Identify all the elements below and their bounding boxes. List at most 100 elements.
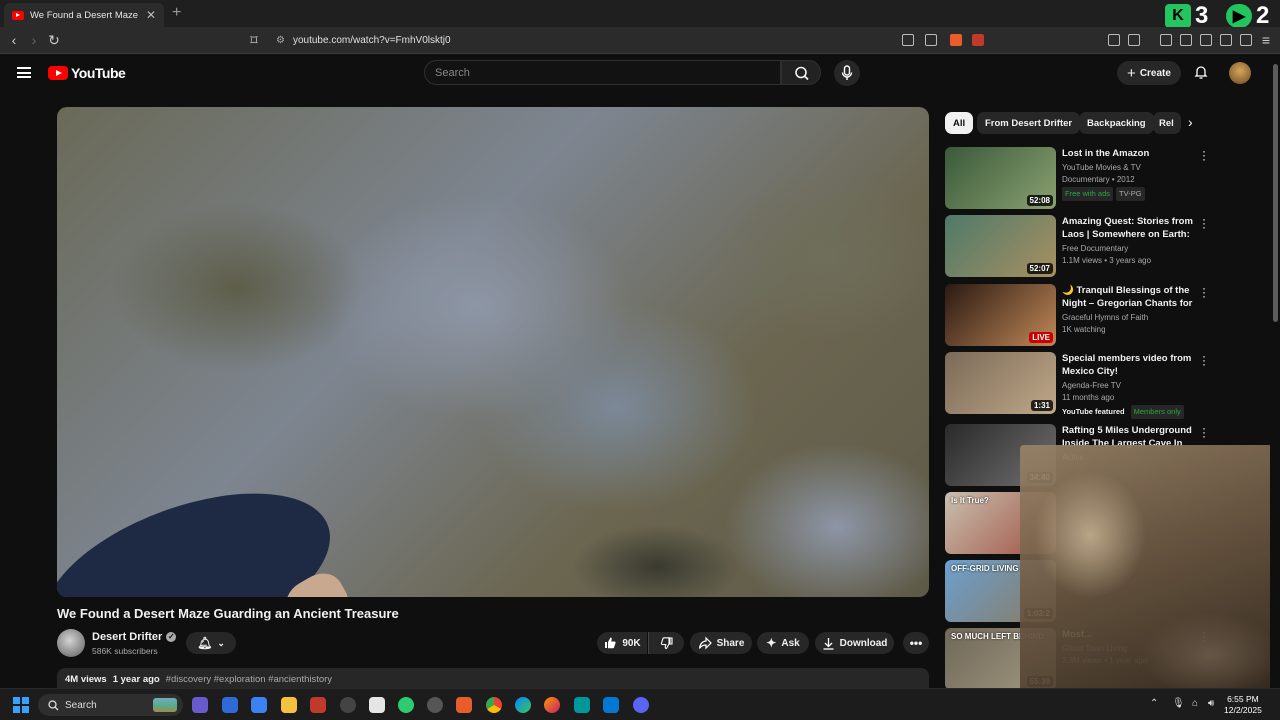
forward-icon[interactable]: ›	[26, 32, 42, 48]
site-info-icon[interactable]: ⚙	[276, 35, 285, 46]
recommendation-card[interactable]: 1:31 Special members video from Mexico Ci…	[945, 350, 1265, 419]
scrollbar-thumb[interactable]	[1273, 64, 1278, 322]
browser-tab[interactable]: We Found a Desert Maze Gu ✕	[4, 3, 164, 27]
bookmark-icon[interactable]: ⌑	[246, 32, 262, 48]
chrome-icon[interactable]	[486, 697, 502, 713]
recommendation-meta: 11 months ago	[1062, 393, 1115, 402]
recommendation-card[interactable]: LIVE 🌙 Tranquil Blessings of the Night – …	[945, 282, 1265, 346]
subscription-bell-button[interactable]: 🔔︎ ⌄	[186, 632, 236, 654]
recommendation-card[interactable]: 52:08 Lost in the Amazon YouTube Movies & …	[945, 145, 1265, 209]
download-button[interactable]: Download	[815, 632, 894, 654]
k-extension-icon: K	[1165, 4, 1191, 28]
app-icon-3[interactable]	[310, 697, 326, 713]
brave-browser-icon[interactable]	[456, 697, 472, 713]
reader-icon[interactable]	[1128, 34, 1140, 46]
more-vertical-icon[interactable]: ···	[1202, 422, 1206, 442]
account-avatar[interactable]	[1229, 62, 1251, 84]
recommendation-card[interactable]: 52:07 Amazing Quest: Stories from Laos | …	[945, 213, 1265, 277]
new-tab-button[interactable]: +	[172, 4, 181, 22]
recommendation-title[interactable]: Special members video from Mexico City!	[1062, 352, 1194, 378]
network-icon[interactable]: ⌂	[1192, 698, 1198, 709]
vscode-icon[interactable]	[603, 697, 619, 713]
youtube-logo[interactable]: YouTube	[48, 65, 126, 81]
wallet-icon[interactable]	[1200, 34, 1212, 46]
chevron-right-icon[interactable]: ›	[1188, 114, 1193, 130]
channel-avatar[interactable]	[57, 629, 85, 657]
chip-all[interactable]: All	[945, 112, 974, 134]
more-actions-button[interactable]: •••	[903, 632, 929, 654]
recommendation-title[interactable]: 🌙 Tranquil Blessings of the Night – Greg…	[1062, 284, 1194, 311]
voice-search-button[interactable]	[834, 60, 860, 86]
brave-rewards-icon[interactable]	[972, 34, 984, 46]
more-vertical-icon[interactable]: ···	[1202, 350, 1206, 370]
recommendation-channel[interactable]: Graceful Hymns of Faith	[1062, 312, 1148, 324]
app-icon-7[interactable]	[427, 697, 443, 713]
hashtags[interactable]: #discovery #exploration #ancienthistory	[166, 674, 332, 685]
taskbar-search[interactable]: Search	[38, 694, 183, 716]
recommendation-thumbnail[interactable]: LIVE	[945, 284, 1056, 346]
chip-backpacking[interactable]: Backpacking	[1079, 112, 1154, 134]
cast-icon[interactable]	[902, 34, 914, 46]
more-vertical-icon[interactable]: ···	[1202, 145, 1206, 165]
app-icon-1[interactable]	[222, 697, 238, 713]
channel-name[interactable]: Desert Drifter	[92, 631, 162, 643]
search-button[interactable]	[781, 60, 821, 85]
microphone-tray-icon[interactable]: 🎙︎	[1172, 698, 1185, 709]
windows-start-icon[interactable]	[13, 697, 29, 713]
extension-badge-2[interactable]: ▶ 2	[1226, 2, 1269, 30]
arduino-icon[interactable]	[574, 697, 590, 713]
recommendation-title[interactable]: Amazing Quest: Stories from Laos | Somew…	[1062, 215, 1194, 242]
sidebar-icon[interactable]	[1180, 34, 1192, 46]
recommendation-channel[interactable]: Agenda-Free TV	[1062, 380, 1121, 392]
chip-from-channel[interactable]: From Desert Drifter	[977, 112, 1081, 134]
address-bar[interactable]: ⚙ youtube.com/watch?v=FmhV0lsktj0	[270, 31, 970, 50]
video-player[interactable]	[57, 107, 929, 597]
page-scrollbar[interactable]	[1271, 54, 1280, 688]
share-icon[interactable]	[925, 34, 937, 46]
media-icon[interactable]	[1160, 34, 1172, 46]
chip-related[interactable]: Rel	[1153, 112, 1181, 134]
system-clock[interactable]: 6:55 PM 12/2/2025	[1224, 694, 1262, 716]
recommendation-title[interactable]: Lost in the Amazon	[1062, 147, 1194, 160]
edge-icon[interactable]	[515, 697, 531, 713]
recommendation-thumbnail[interactable]: 52:07	[945, 215, 1056, 277]
recommendation-channel[interactable]: YouTube Movies & TV	[1062, 162, 1141, 174]
vpn-icon[interactable]	[1240, 34, 1252, 46]
back-icon[interactable]: ‹	[6, 32, 22, 48]
extension-count-1: 3	[1195, 2, 1209, 29]
ask-button[interactable]: ✦ Ask	[757, 632, 809, 654]
recommendation-thumbnail[interactable]: 52:08	[945, 147, 1056, 209]
app-icon-4[interactable]	[340, 697, 356, 713]
more-vertical-icon[interactable]: ···	[1202, 282, 1206, 302]
like-button[interactable]: 90K	[597, 632, 647, 654]
search-input[interactable]: Search	[424, 60, 781, 85]
recommendation-thumbnail[interactable]: 1:31	[945, 352, 1056, 414]
share-button[interactable]: Share	[690, 632, 752, 654]
create-button[interactable]: + Create	[1117, 61, 1181, 85]
volume-icon[interactable]: 🔊︎	[1208, 698, 1214, 709]
extension-badge-1[interactable]: K 3	[1165, 2, 1208, 30]
firefox-icon[interactable]	[544, 697, 560, 713]
guide-menu-icon[interactable]	[17, 67, 31, 78]
description-box[interactable]: 4M views 1 year ago #discovery #explorat…	[57, 668, 929, 690]
more-vertical-icon[interactable]: ···	[1202, 213, 1206, 233]
leo-ai-icon[interactable]	[1220, 34, 1232, 46]
extensions-icon[interactable]	[1108, 34, 1120, 46]
notifications-bell-icon[interactable]	[1193, 64, 1209, 80]
tray-chevron-up-icon[interactable]: ⌃	[1150, 698, 1158, 709]
reload-icon[interactable]: ↻	[46, 32, 62, 48]
discord-icon[interactable]	[633, 697, 649, 713]
plus-icon: +	[1127, 64, 1136, 82]
tab-close-icon[interactable]: ✕	[146, 8, 156, 22]
app-icon-6[interactable]	[398, 697, 414, 713]
recommendation-channel[interactable]: Free Documentary	[1062, 243, 1128, 255]
url-text: youtube.com/watch?v=FmhV0lsktj0	[292, 35, 451, 46]
file-explorer-icon[interactable]	[281, 697, 297, 713]
dislike-button[interactable]	[648, 632, 684, 654]
app-icon-2[interactable]	[251, 697, 267, 713]
menu-icon[interactable]: ≡	[1258, 32, 1274, 48]
brave-shield-icon[interactable]	[950, 34, 962, 46]
task-view-icon[interactable]	[192, 697, 208, 713]
app-icon-5[interactable]	[369, 697, 385, 713]
channel-name-row[interactable]: Desert Drifter ✓	[92, 631, 177, 643]
